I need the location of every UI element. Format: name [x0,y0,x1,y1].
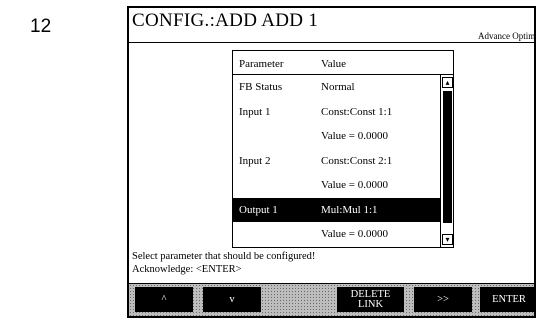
row-parameter: Input 2 [239,154,271,167]
table-row[interactable]: FB Status Normal [233,75,441,100]
table-row[interactable]: Value = 0.0000 [233,222,441,247]
scroll-thumb[interactable] [443,91,452,223]
table-header: Parameter Value [233,51,453,75]
table-row[interactable]: Value = 0.0000 [233,173,441,198]
row-parameter: FB Status [239,81,283,93]
acknowledge-line: Acknowledge: <ENTER> [132,263,242,275]
row-value: Const:Const 1:1 [321,105,393,118]
table-row[interactable]: Input 1 Const:Const 1:1 [233,100,441,125]
down-button[interactable]: v [203,287,261,312]
next-button[interactable]: >> [414,287,472,312]
row-value: Const:Const 2:1 [321,154,393,167]
row-parameter: Input 1 [239,105,271,118]
row-parameter: Output 1 [239,203,278,216]
scroll-down-arrow-icon[interactable]: ▾ [442,234,453,245]
row-value: Value = 0.0000 [321,130,388,142]
table-row[interactable]: Value = 0.0000 [233,124,441,149]
delete-label: DELETE [350,288,391,300]
title-divider [129,42,534,43]
up-button[interactable]: ^ [135,287,193,312]
instruction-line: Select parameter that should be configur… [132,251,316,262]
scrollbar[interactable]: ▴ ▾ [440,75,453,247]
instruction-text: Select parameter that should be configur… [132,251,315,276]
row-value: Value = 0.0000 [321,179,388,191]
header-value: Value [321,58,347,70]
softkey-bar: ^ v DELETE LINK >> ENTER [129,283,536,316]
table-row-selected[interactable]: Output 1 Mul:Mul 1:1 [233,197,441,222]
page-number: 12 [30,16,52,37]
table-row[interactable]: Input 2 Const:Const 2:1 [233,149,441,174]
screen-title: CONFIG.:ADD ADD 1 [132,10,319,31]
delete-link-button[interactable]: DELETE LINK [337,287,404,312]
device-screen: CONFIG.:ADD ADD 1 Advance Optim. Paramet… [127,6,536,318]
scroll-up-arrow-icon[interactable]: ▴ [442,77,453,88]
parameter-table: Parameter Value FB Status Normal Input 1… [232,50,454,248]
row-value: Mul:Mul 1:1 [321,203,378,216]
link-label: LINK [357,298,384,310]
row-value: Value = 0.0000 [321,228,388,240]
header-parameter: Parameter [239,58,284,70]
table-rows: FB Status Normal Input 1 Const:Const 1:1… [233,75,441,247]
mode-label: Advance Optim. [478,31,536,41]
enter-button[interactable]: ENTER [480,287,536,312]
row-value: Normal [321,81,355,93]
